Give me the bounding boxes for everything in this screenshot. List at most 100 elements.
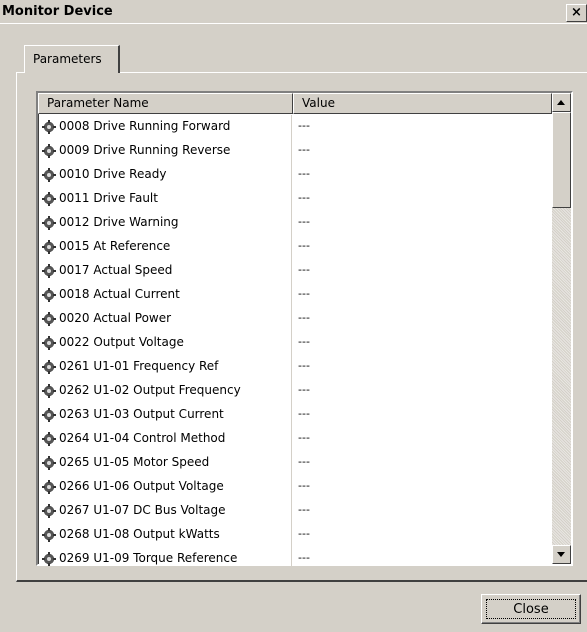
- table-row[interactable]: 0008 Drive Running Forward ---: [38, 115, 552, 139]
- scroll-down-button[interactable]: [552, 545, 571, 564]
- gear-icon: [42, 192, 56, 206]
- parameter-value: ---: [298, 287, 310, 300]
- parameter-name: 0015 At Reference: [59, 239, 171, 253]
- parameter-name-cell: 0017 Actual Speed: [38, 259, 292, 283]
- table-row[interactable]: 0010 Drive Ready ---: [38, 163, 552, 187]
- parameter-name-cell: 0008 Drive Running Forward: [38, 115, 292, 139]
- table-row[interactable]: 0261 U1-01 Frequency Ref ---: [38, 355, 552, 379]
- scroll-up-button[interactable]: [552, 93, 571, 112]
- table-row[interactable]: 0015 At Reference ---: [38, 235, 552, 259]
- gear-icon: [42, 144, 56, 158]
- parameter-name: 0011 Drive Fault: [59, 191, 158, 205]
- parameter-value: ---: [298, 527, 310, 540]
- tab-parameters[interactable]: Parameters: [24, 45, 120, 73]
- gear-icon: [42, 528, 56, 542]
- table-row[interactable]: 0022 Output Voltage ---: [38, 331, 552, 355]
- gear-icon: [42, 216, 56, 230]
- table-row[interactable]: 0017 Actual Speed ---: [38, 259, 552, 283]
- close-button-label: Close: [486, 599, 576, 619]
- table-row[interactable]: 0262 U1-02 Output Frequency ---: [38, 379, 552, 403]
- monitor-device-window: Monitor Device × Parameters Parameter Na…: [0, 0, 587, 632]
- parameter-value: ---: [298, 143, 310, 156]
- parameter-value: ---: [298, 263, 310, 276]
- table-row[interactable]: 0269 U1-09 Torque Reference ---: [38, 547, 552, 571]
- column-header-value[interactable]: Value: [293, 93, 552, 114]
- table-row[interactable]: 0264 U1-04 Control Method ---: [38, 427, 552, 451]
- parameter-name: 0008 Drive Running Forward: [59, 119, 231, 133]
- parameter-name: 0022 Output Voltage: [59, 335, 184, 349]
- table-row[interactable]: 0268 U1-08 Output kWatts ---: [38, 523, 552, 547]
- gear-icon: [42, 264, 56, 278]
- table-row[interactable]: 0267 U1-07 DC Bus Voltage ---: [38, 499, 552, 523]
- gear-icon: [42, 240, 56, 254]
- vertical-scrollbar[interactable]: [552, 93, 571, 564]
- parameter-name-cell: 0020 Actual Power: [38, 307, 292, 331]
- parameter-value: ---: [298, 119, 310, 132]
- parameter-name-cell: 0009 Drive Running Reverse: [38, 139, 292, 163]
- gear-icon: [42, 336, 56, 350]
- gear-icon: [42, 288, 56, 302]
- parameter-name: 0009 Drive Running Reverse: [59, 143, 231, 157]
- table-row[interactable]: 0263 U1-03 Output Current ---: [38, 403, 552, 427]
- gear-icon: [42, 432, 56, 446]
- parameter-name: 0264 U1-04 Control Method: [59, 431, 226, 445]
- parameter-value: ---: [298, 335, 310, 348]
- parameter-name: 0267 U1-07 DC Bus Voltage: [59, 503, 226, 517]
- parameter-value: ---: [298, 239, 310, 252]
- table-row[interactable]: 0009 Drive Running Reverse ---: [38, 139, 552, 163]
- table-row[interactable]: 0020 Actual Power ---: [38, 307, 552, 331]
- column-header-parameter-name[interactable]: Parameter Name: [38, 93, 293, 114]
- parameter-name: 0018 Actual Current: [59, 287, 180, 301]
- parameter-value: ---: [298, 551, 310, 564]
- list-rows: 0008 Drive Running Forward --- 0009 Drive …: [38, 115, 552, 571]
- parameter-name: 0265 U1-05 Motor Speed: [59, 455, 210, 469]
- parameter-value: ---: [298, 407, 310, 420]
- gear-icon: [42, 552, 56, 566]
- gear-icon: [42, 384, 56, 398]
- title-bar[interactable]: Monitor Device ×: [0, 0, 587, 24]
- table-row[interactable]: 0012 Drive Warning ---: [38, 211, 552, 235]
- parameter-name: 0017 Actual Speed: [59, 263, 173, 277]
- parameter-name: 0263 U1-03 Output Current: [59, 407, 224, 421]
- parameter-value: ---: [298, 311, 310, 324]
- close-button[interactable]: Close: [481, 594, 581, 624]
- parameter-name-cell: 0015 At Reference: [38, 235, 292, 259]
- parameter-value: ---: [298, 383, 310, 396]
- table-row[interactable]: 0018 Actual Current ---: [38, 283, 552, 307]
- table-row[interactable]: 0265 U1-05 Motor Speed ---: [38, 451, 552, 475]
- parameter-value: ---: [298, 479, 310, 492]
- gear-icon: [42, 480, 56, 494]
- parameter-value: ---: [298, 455, 310, 468]
- list-header: Parameter Name Value: [38, 93, 552, 114]
- scroll-down-arrow-icon: [557, 552, 565, 557]
- gear-icon: [42, 456, 56, 470]
- gear-icon: [42, 408, 56, 422]
- table-row[interactable]: 0011 Drive Fault ---: [38, 187, 552, 211]
- table-row[interactable]: 0266 U1-06 Output Voltage ---: [38, 475, 552, 499]
- parameter-name-cell: 0010 Drive Ready: [38, 163, 292, 187]
- parameter-name: 0012 Drive Warning: [59, 215, 179, 229]
- parameter-name-cell: 0018 Actual Current: [38, 283, 292, 307]
- parameter-name-cell: 0012 Drive Warning: [38, 211, 292, 235]
- parameter-name: 0266 U1-06 Output Voltage: [59, 479, 224, 493]
- parameter-name-cell: 0266 U1-06 Output Voltage: [38, 475, 292, 499]
- parameter-name-cell: 0268 U1-08 Output kWatts: [38, 523, 292, 547]
- parameter-name-cell: 0011 Drive Fault: [38, 187, 292, 211]
- gear-icon: [42, 360, 56, 374]
- gear-icon: [42, 504, 56, 518]
- parameter-value: ---: [298, 167, 310, 180]
- parameter-name-cell: 0267 U1-07 DC Bus Voltage: [38, 499, 292, 523]
- scroll-thumb[interactable]: [552, 112, 571, 208]
- window-close-icon[interactable]: ×: [566, 4, 587, 22]
- parameters-list[interactable]: Parameter Name Value 0008 Drive Running …: [36, 91, 573, 571]
- parameter-name: 0261 U1-01 Frequency Ref: [59, 359, 219, 373]
- parameter-name: 0262 U1-02 Output Frequency: [59, 383, 241, 397]
- parameter-name-cell: 0262 U1-02 Output Frequency: [38, 379, 292, 403]
- parameter-name-cell: 0261 U1-01 Frequency Ref: [38, 355, 292, 379]
- scroll-up-arrow-icon: [557, 100, 565, 105]
- parameter-value: ---: [298, 359, 310, 372]
- parameter-value: ---: [298, 191, 310, 204]
- parameter-name: 0010 Drive Ready: [59, 167, 167, 181]
- parameter-value: ---: [298, 503, 310, 516]
- gear-icon: [42, 120, 56, 134]
